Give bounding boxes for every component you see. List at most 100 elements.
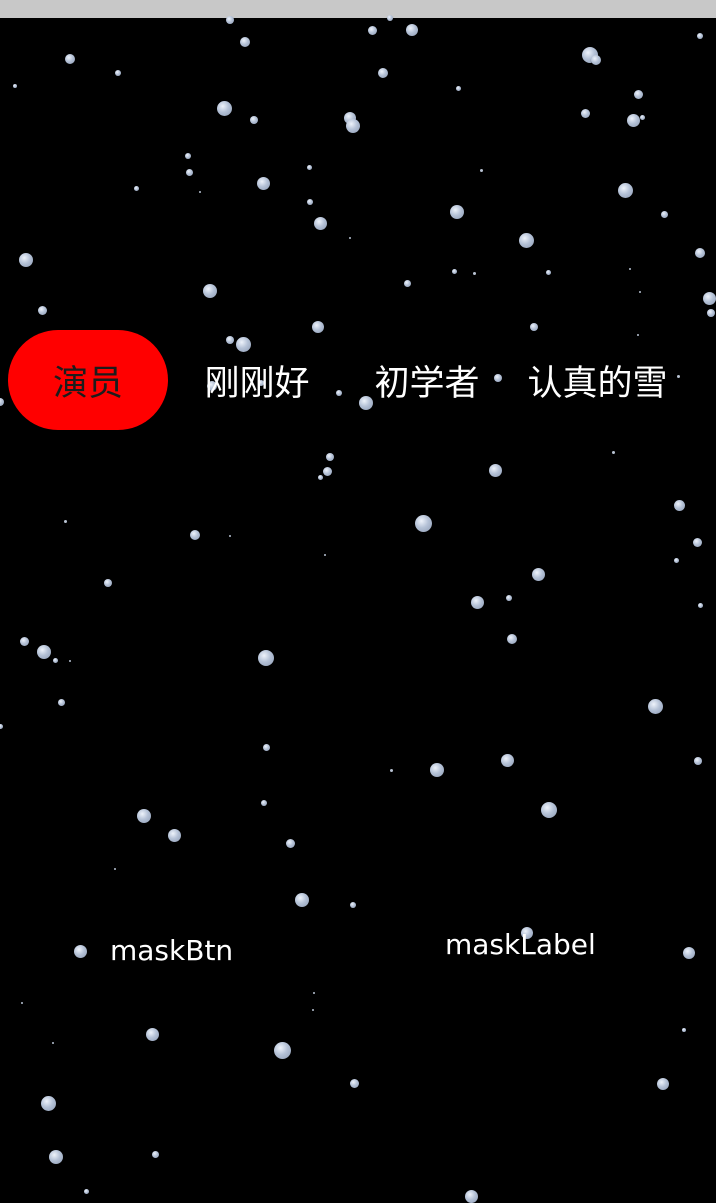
snowflake <box>673 499 685 511</box>
snowflake <box>262 743 270 751</box>
snowflake <box>464 1189 478 1203</box>
snowflake <box>617 182 633 198</box>
snowfall-animation <box>0 0 716 1203</box>
snowflake <box>531 567 545 581</box>
snowflake <box>65 54 75 64</box>
snowflake <box>326 453 334 461</box>
snowflake <box>430 763 444 777</box>
snowflake <box>313 216 327 230</box>
snowflake <box>451 268 457 274</box>
snowflake <box>57 698 65 706</box>
snowflake <box>403 279 411 287</box>
snowflake <box>582 47 598 63</box>
snowflake <box>40 1095 56 1111</box>
snowflake <box>479 168 483 172</box>
snowflake <box>115 70 121 76</box>
snowflake <box>250 116 258 124</box>
snowflake <box>151 1150 159 1158</box>
snowflake <box>470 595 484 609</box>
snowflake <box>295 893 309 907</box>
tab-ganggang-hao[interactable]: 刚刚好 <box>182 330 332 430</box>
snowflake <box>378 68 388 78</box>
snowflake <box>37 305 47 315</box>
snowflake <box>694 757 702 765</box>
snowflake <box>389 768 393 772</box>
snowflake <box>346 119 360 133</box>
snowflake <box>591 55 601 65</box>
snowflake <box>69 660 71 662</box>
snowflake <box>349 237 351 239</box>
snowflake <box>240 37 250 47</box>
snowflake <box>692 537 702 547</box>
snowflake <box>0 723 3 729</box>
snowflake <box>611 450 615 454</box>
snowflake <box>312 1009 314 1011</box>
snowflake <box>455 85 461 91</box>
snowflake <box>317 474 323 480</box>
snowflake <box>707 309 715 317</box>
snowflake <box>137 809 151 823</box>
snowflake <box>21 1002 23 1004</box>
snowflake <box>19 253 33 267</box>
snowflake <box>344 112 356 124</box>
tab-yanyuan[interactable]: 演员 <box>8 330 168 430</box>
song-tab-bar: 演员 刚刚好 初学者 认真的雪 <box>0 330 716 430</box>
status-bar <box>0 0 716 18</box>
snowflake <box>406 24 418 36</box>
snowflake <box>580 108 590 118</box>
tab-chuxuezhe[interactable]: 初学者 <box>352 330 502 430</box>
snowflake <box>518 232 534 248</box>
snowflake <box>258 650 274 666</box>
snowflake <box>626 113 640 127</box>
mask-button[interactable]: maskBtn <box>110 934 233 967</box>
snowflake <box>695 248 705 258</box>
snowflake <box>190 530 200 540</box>
app-screen: 演员 刚刚好 初学者 认真的雪 maskBtn maskLabel <box>0 0 716 1203</box>
snowflake <box>203 284 217 298</box>
snowflake <box>261 800 267 806</box>
snowflake <box>13 84 17 88</box>
snowflake <box>273 1041 291 1059</box>
snowflake <box>145 1027 159 1041</box>
snowflake <box>647 698 663 714</box>
snowflake <box>167 828 181 842</box>
snowflake <box>63 519 67 523</box>
snowflake <box>52 657 58 663</box>
snowflake <box>49 1150 63 1164</box>
snowflake <box>414 514 432 532</box>
snowflake <box>488 463 502 477</box>
snowflake <box>199 191 201 193</box>
tab-renzhen-de-xue[interactable]: 认真的雪 <box>520 330 675 430</box>
snowflake <box>541 802 557 818</box>
snowflake <box>629 268 631 270</box>
snowflake <box>83 1188 89 1194</box>
snowflake <box>322 466 332 476</box>
snowflake <box>185 168 193 176</box>
snowflake <box>114 868 116 870</box>
snowflake <box>450 205 464 219</box>
snowflake <box>702 291 716 305</box>
snowflake <box>639 114 645 120</box>
snowflake <box>285 838 295 848</box>
snowflake <box>306 164 312 170</box>
snowflake <box>185 153 191 159</box>
snowflake <box>545 269 551 275</box>
snowflake <box>256 176 270 190</box>
mask-label: maskLabel <box>445 928 596 961</box>
snowflake <box>633 89 643 99</box>
snowflake <box>307 199 313 205</box>
snowflake <box>104 579 112 587</box>
snowflake <box>683 947 695 959</box>
snowflake <box>697 602 703 608</box>
snowflake <box>350 902 356 908</box>
snowflake <box>697 33 703 39</box>
snowflake <box>472 271 476 275</box>
snowflake <box>229 535 231 537</box>
snowflake <box>682 1028 686 1032</box>
snowflake <box>313 992 315 994</box>
snowflake <box>216 100 232 116</box>
snowflake <box>324 554 326 556</box>
snowflake <box>19 636 29 646</box>
snowflake <box>507 634 517 644</box>
snowflake <box>367 25 377 35</box>
